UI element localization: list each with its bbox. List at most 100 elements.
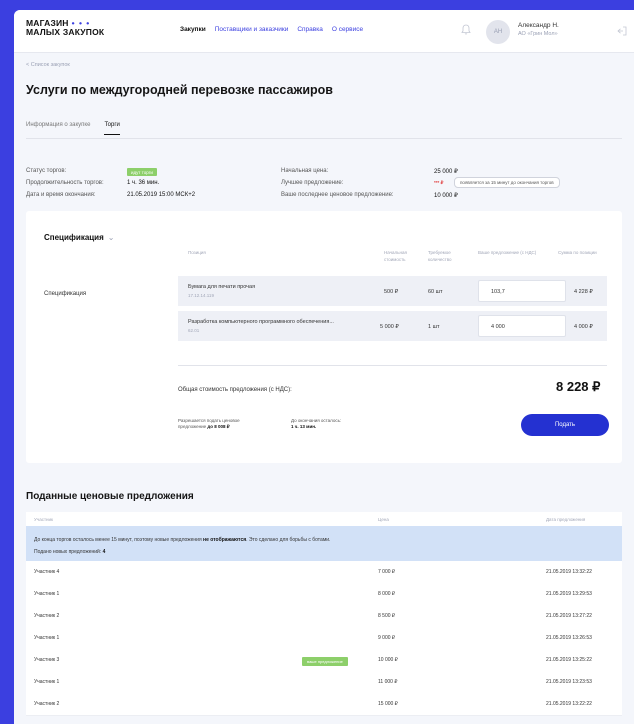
date: 21.05.2019 13:26:53 bbox=[546, 635, 592, 641]
price: 8 500 ₽ bbox=[378, 613, 396, 619]
nav-purchases[interactable]: Закупки bbox=[180, 26, 206, 33]
table-row: Участник 2 8 500 ₽ 21.05.2019 13:27:22 bbox=[26, 605, 622, 628]
date: 21.05.2019 13:23:53 bbox=[546, 679, 592, 685]
specification-card: Спецификация ⌄ Спецификация Позиция Начал… bbox=[26, 211, 622, 463]
col-quantity: Требуемое количество bbox=[428, 250, 452, 262]
table-row: Участник 4 7 000 ₽ 21.05.2019 13:32:22 bbox=[26, 561, 622, 584]
max-offer-amount: до 8 008 ₽ bbox=[207, 424, 230, 429]
table-row: Участник 1 8 000 ₽ 21.05.2019 13:29:53 bbox=[26, 583, 622, 606]
participant: Участник 1 bbox=[34, 635, 60, 641]
nav-suppliers[interactable]: Поставщики и заказчики bbox=[215, 26, 289, 33]
duration-label: Продолжительность торгов: bbox=[26, 180, 104, 186]
tab-purchase-info[interactable]: Информация о закупке bbox=[26, 122, 90, 138]
time-left-value: 1 ч. 13 мин. bbox=[291, 424, 317, 429]
user-org: АО «Грин Мол» bbox=[518, 31, 558, 37]
bids-title: Поданные ценовые предложения bbox=[26, 491, 194, 502]
participant: Участник 3 bbox=[34, 657, 60, 663]
table-row: Участник 2 15 000 ₽ 21.05.2019 13:22:22 bbox=[26, 693, 622, 716]
status-badge: идут торги bbox=[127, 168, 157, 176]
item-start-price: 5 000 ₽ bbox=[380, 324, 399, 330]
date: 21.05.2019 13:25:22 bbox=[546, 657, 592, 663]
max-offer-note-line2: предложение до 8 008 ₽ bbox=[178, 424, 230, 429]
hidden-bids-alert: До конца торгов осталось менее 15 минут,… bbox=[26, 526, 622, 561]
best-offer-value: *** ₽ bbox=[434, 180, 444, 185]
start-price-label: Начальная цена: bbox=[281, 168, 329, 174]
spec-side-label: Спецификация bbox=[44, 291, 87, 297]
tab-bidding[interactable]: Торги bbox=[104, 122, 120, 135]
best-offer-hint: появляется за 15 минут до окончания торг… bbox=[454, 177, 560, 188]
col-participant: Участник bbox=[34, 517, 53, 522]
total-label: Общая стоимость предложения (с НДС): bbox=[178, 387, 292, 393]
price: 9 000 ₽ bbox=[378, 635, 396, 641]
offer-input[interactable]: 4 000 bbox=[478, 315, 566, 337]
price: 10 000 ₽ bbox=[378, 657, 398, 663]
item-quantity: 1 шт bbox=[428, 324, 440, 330]
item-quantity: 60 шт bbox=[428, 289, 443, 295]
duration-value: 1 ч. 36 мин. bbox=[127, 180, 160, 186]
item-sum: 4 228 ₽ bbox=[574, 289, 593, 295]
participant: Участник 1 bbox=[34, 679, 60, 685]
date: 21.05.2019 13:29:53 bbox=[546, 591, 592, 597]
date: 21.05.2019 13:32:22 bbox=[546, 569, 592, 575]
last-offer-label: Ваше последнее ценовое предложение: bbox=[281, 192, 394, 198]
alert-line1: До конца торгов осталось менее 15 минут,… bbox=[34, 537, 331, 543]
table-row: Участник 1 9 000 ₽ 21.05.2019 13:26:53 bbox=[26, 627, 622, 650]
total-value: 8 228 ₽ bbox=[556, 379, 601, 394]
top-header: МАГАЗИН • • • МАЛЫХ ЗАКУПОК Закупки Поста… bbox=[14, 10, 634, 53]
chevron-down-icon[interactable]: ⌄ bbox=[108, 233, 115, 242]
col-sum: Сумма по позиции bbox=[558, 250, 597, 255]
nav-help[interactable]: Справка bbox=[297, 26, 323, 33]
item-name: Бумага для печати прочая bbox=[188, 284, 256, 290]
your-offer-badge: ваше предложение bbox=[302, 657, 348, 666]
table-row: Участник 3 ваше предложение 10 000 ₽ 21.… bbox=[26, 649, 622, 672]
price: 15 000 ₽ bbox=[378, 701, 398, 707]
item-code: 17.12.14.119 bbox=[188, 293, 214, 298]
price: 7 000 ₽ bbox=[378, 569, 396, 575]
col-start-price: Начальная стоимость bbox=[384, 250, 407, 262]
tab-divider bbox=[26, 138, 622, 139]
last-offer-value: 10 000 ₽ bbox=[434, 193, 458, 199]
best-offer-label: Лучшее предложение: bbox=[281, 180, 344, 186]
alert-line2: Подано новых предложений: 4 bbox=[34, 549, 106, 555]
item-code: 62.01 bbox=[188, 328, 200, 333]
avatar[interactable]: АН bbox=[486, 20, 510, 44]
nav-about[interactable]: О сервисе bbox=[332, 26, 363, 33]
participant: Участник 4 bbox=[34, 569, 60, 575]
submit-button[interactable]: Подать bbox=[521, 414, 609, 436]
table-row: Участник 1 11 000 ₽ 21.05.2019 13:23:53 bbox=[26, 671, 622, 694]
offer-input[interactable]: 103,7 bbox=[478, 280, 566, 302]
user-name[interactable]: Александр Н. bbox=[518, 22, 559, 29]
price: 11 000 ₽ bbox=[378, 679, 398, 685]
spec-title-text: Спецификация bbox=[44, 233, 104, 242]
bell-icon[interactable] bbox=[461, 24, 471, 35]
spec-divider bbox=[178, 365, 607, 366]
end-value: 21.05.2019 15:00 МСК+2 bbox=[127, 192, 196, 198]
col-date: Дата предложения bbox=[546, 517, 586, 522]
logo-line2: МАЛЫХ ЗАКУПОК bbox=[26, 27, 105, 37]
new-bids-count: 4 bbox=[102, 549, 106, 555]
bids-table-header: Участник Цена Дата предложения bbox=[26, 512, 622, 527]
col-your-offer: Ваше предложение (с НДС) bbox=[478, 250, 537, 255]
col-position: Позиция bbox=[188, 250, 206, 255]
start-price-value: 25 000 ₽ bbox=[434, 169, 458, 175]
spec-title[interactable]: Спецификация ⌄ bbox=[44, 233, 114, 242]
participant: Участник 2 bbox=[34, 613, 60, 619]
breadcrumb[interactable]: < Список закупок bbox=[26, 62, 70, 68]
item-sum: 4 000 ₽ bbox=[574, 324, 593, 330]
tab-bar: Информация о закупке Торги bbox=[26, 122, 120, 138]
price: 8 000 ₽ bbox=[378, 591, 396, 597]
status-label: Статус торгов: bbox=[26, 168, 67, 174]
item-start-price: 500 ₽ bbox=[384, 289, 399, 295]
end-label: Дата и время окончания: bbox=[26, 192, 96, 198]
date: 21.05.2019 13:22:22 bbox=[546, 701, 592, 707]
time-left-note: До окончания осталось: 1 ч. 13 мин. bbox=[291, 418, 341, 430]
main-nav: Закупки Поставщики и заказчики Справка О… bbox=[180, 26, 363, 33]
page-title: Услуги по междугородней перевозке пассаж… bbox=[26, 83, 333, 97]
logout-icon[interactable] bbox=[617, 26, 627, 36]
logo[interactable]: МАГАЗИН • • • МАЛЫХ ЗАКУПОК bbox=[26, 19, 104, 37]
col-price: Цена bbox=[378, 517, 389, 522]
max-offer-note: Разрешается подать ценовое предложение д… bbox=[178, 418, 240, 430]
participant: Участник 1 bbox=[34, 591, 60, 597]
app-frame: МАГАЗИН • • • МАЛЫХ ЗАКУПОК Закупки Поста… bbox=[14, 10, 634, 724]
alert-bold: не отображаются bbox=[203, 537, 247, 543]
